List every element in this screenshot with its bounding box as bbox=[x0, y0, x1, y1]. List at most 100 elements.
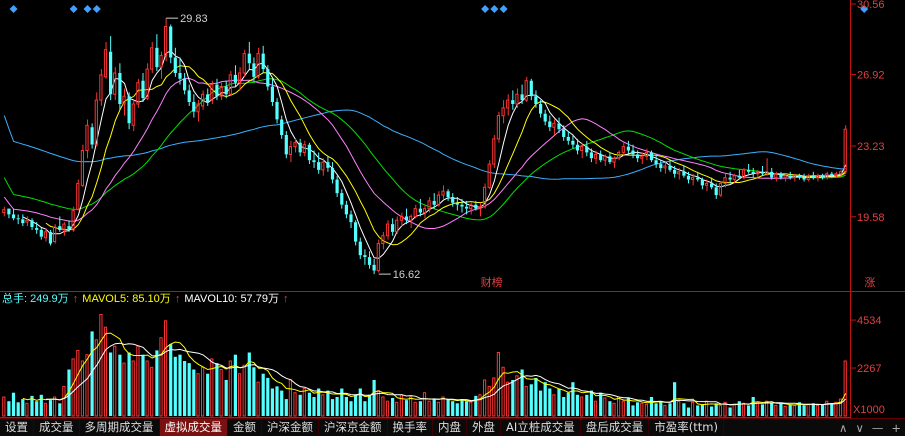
tab-outer[interactable]: 外盘 bbox=[467, 419, 501, 436]
volume-tick-label: 4534 bbox=[857, 315, 881, 327]
candle-body bbox=[173, 57, 177, 73]
tab-inner[interactable]: 内盘 bbox=[433, 419, 467, 436]
volume-bar bbox=[11, 392, 16, 416]
candle-body bbox=[344, 204, 348, 215]
candle-body bbox=[557, 123, 561, 130]
tab-virtual-volume[interactable]: 虚拟成交量 bbox=[159, 419, 228, 436]
candle-body bbox=[11, 214, 16, 219]
candle-body bbox=[183, 78, 187, 91]
volume-bar bbox=[35, 401, 39, 416]
volume-bar bbox=[391, 398, 395, 416]
volume-bar bbox=[751, 397, 755, 416]
tab-ai-volume[interactable]: AI立桩成交量 bbox=[501, 419, 581, 436]
candle-body bbox=[39, 229, 43, 237]
minus-icon[interactable]: — bbox=[868, 420, 888, 436]
price-annotation: 16.62 bbox=[393, 269, 421, 281]
candle-body bbox=[340, 193, 344, 205]
candle-body bbox=[118, 73, 122, 104]
chevron-down-icon[interactable]: ∨ bbox=[851, 420, 867, 436]
candle-body bbox=[465, 206, 469, 209]
mavol5-label: MAVOL5: bbox=[82, 293, 130, 305]
volume-bar bbox=[187, 363, 191, 416]
tab-turnover[interactable]: 换手率 bbox=[388, 419, 433, 436]
price-tick-label: 19.58 bbox=[857, 212, 885, 224]
volume-bar bbox=[446, 399, 450, 416]
volume-bar bbox=[349, 401, 353, 416]
candle-body bbox=[599, 154, 603, 161]
volume-bar bbox=[326, 390, 330, 416]
plus-icon[interactable]: + bbox=[887, 420, 905, 436]
candle-body bbox=[270, 86, 274, 102]
mavol10-label: MAVOL10: bbox=[184, 293, 238, 305]
tab-after-hours-volume[interactable]: 盘后成交量 bbox=[581, 419, 650, 436]
candle-body bbox=[169, 26, 173, 58]
candle-body bbox=[534, 96, 538, 104]
volume-bar bbox=[169, 344, 173, 416]
volume-bar bbox=[566, 392, 570, 416]
volume-bar bbox=[173, 356, 177, 416]
tab-multi-period-volume[interactable]: 多周期成交量 bbox=[80, 419, 160, 436]
candle-body bbox=[35, 228, 39, 230]
candle-body bbox=[511, 100, 515, 104]
volume-bar bbox=[372, 380, 376, 416]
tab-hs-amount[interactable]: 沪深金额 bbox=[262, 419, 319, 436]
volume-bar bbox=[118, 354, 122, 416]
volume-bar bbox=[432, 399, 436, 416]
volume-bar bbox=[562, 397, 566, 416]
candle-body bbox=[737, 175, 741, 178]
volume-bar bbox=[465, 401, 469, 416]
candle-body bbox=[566, 136, 570, 141]
candle-body bbox=[330, 167, 335, 180]
volume-bar bbox=[714, 403, 718, 416]
candle-body bbox=[446, 191, 450, 197]
volume-bar bbox=[700, 404, 704, 416]
volume-bar bbox=[39, 394, 43, 416]
volume-bar bbox=[451, 401, 455, 416]
candle-body bbox=[539, 104, 543, 114]
candle-body bbox=[659, 164, 663, 168]
stock-chart[interactable]: 19.58 23.23 26.92 30.56 2267 4534 X1000 29.83 16… bbox=[0, 0, 905, 435]
volume-bar bbox=[344, 397, 348, 416]
candle-body bbox=[192, 102, 196, 112]
total-volume-label: 总手: bbox=[2, 293, 28, 305]
volume-bar bbox=[529, 384, 533, 416]
indicator-tab-bar: 设置 成交量 多周期成交量 虚拟成交量 金额 沪深金额 沪深京金额 换手率 内盘… bbox=[0, 418, 905, 436]
volume-bar bbox=[686, 407, 691, 416]
volume-unit-label: X1000 bbox=[853, 404, 885, 416]
candle-body bbox=[562, 129, 566, 137]
tab-hsj-amount[interactable]: 沪深京金额 bbox=[319, 419, 388, 436]
volume-bar bbox=[631, 405, 635, 416]
candle-body bbox=[779, 173, 783, 178]
candle-body bbox=[266, 69, 270, 87]
candle-body bbox=[529, 80, 533, 97]
tab-volume[interactable]: 成交量 bbox=[34, 419, 80, 436]
event-tag: 涨 bbox=[864, 276, 875, 289]
price-tick-label: 26.92 bbox=[857, 70, 885, 82]
candle-body bbox=[391, 224, 395, 232]
volume-bar bbox=[340, 388, 344, 416]
tab-pe-ttm[interactable]: 市盈率(ttm) bbox=[649, 419, 724, 436]
candle-body bbox=[280, 119, 284, 135]
volume-bar bbox=[206, 373, 210, 416]
tab-amount[interactable]: 金额 bbox=[228, 419, 262, 436]
volume-bar bbox=[252, 367, 256, 416]
volume-bar bbox=[636, 402, 640, 417]
volume-bar bbox=[354, 394, 358, 416]
volume-bar bbox=[233, 354, 237, 416]
chevron-up-icon[interactable]: ∧ bbox=[835, 420, 851, 436]
volume-bar bbox=[48, 400, 53, 416]
volume-bar bbox=[298, 394, 302, 416]
volume-bar bbox=[367, 394, 372, 416]
candle-body bbox=[233, 74, 237, 83]
candle-body bbox=[317, 162, 321, 170]
candle-body bbox=[747, 169, 751, 172]
up-arrow-icon: ↑ bbox=[283, 293, 289, 305]
price-annotation: 29.83 bbox=[180, 13, 208, 25]
volume-bar bbox=[312, 397, 316, 416]
candle-body bbox=[636, 154, 640, 159]
candle-body bbox=[696, 177, 700, 180]
candle-body bbox=[224, 86, 228, 95]
volume-bar bbox=[696, 405, 700, 416]
volume-bar bbox=[728, 407, 732, 416]
tab-settings[interactable]: 设置 bbox=[0, 419, 34, 436]
